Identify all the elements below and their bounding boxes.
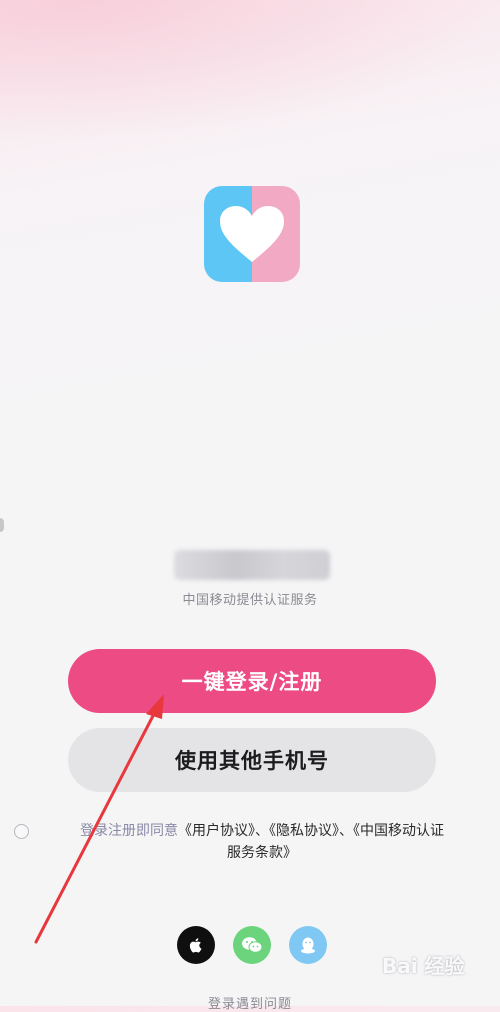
edge-handle xyxy=(0,518,4,532)
agreement-prefix: 登录注册即同意 xyxy=(80,823,178,839)
app-logo xyxy=(204,186,300,282)
qq-login-button[interactable] xyxy=(289,926,327,964)
user-agreement-link[interactable]: 《用户协议》 xyxy=(178,823,255,839)
carrier-auth-note: 中国移动提供认证服务 xyxy=(182,593,318,608)
agreement-text: 登录注册即同意《用户协议》、《隐私协议》、《中国移动认证 服务条款》 xyxy=(42,820,482,864)
other-phone-login-button[interactable]: 使用其他手机号 xyxy=(68,728,436,792)
apple-login-button[interactable] xyxy=(177,926,215,964)
background-glow xyxy=(0,0,500,140)
agreement-separator: 、 xyxy=(255,823,269,839)
carrier-terms-link[interactable]: 《中国移动认证 xyxy=(353,823,444,839)
carrier-terms-link-cont[interactable]: 服务条款》 xyxy=(227,845,297,861)
wechat-icon xyxy=(242,937,263,953)
login-help-link[interactable]: 登录遇到问题 xyxy=(0,993,500,1012)
privacy-agreement-link[interactable]: 《隐私协议》 xyxy=(269,823,339,839)
baidu-watermark: Bai 经验 xyxy=(382,954,465,978)
agreement-checkbox[interactable] xyxy=(14,824,29,839)
agreement-separator: 、 xyxy=(339,823,353,839)
agreement-row: 登录注册即同意《用户协议》、《隐私协议》、《中国移动认证 服务条款》 xyxy=(14,820,484,870)
masked-phone-number xyxy=(174,550,330,580)
heart-icon xyxy=(220,206,284,262)
apple-icon xyxy=(189,938,202,953)
wechat-login-button[interactable] xyxy=(233,926,271,964)
one-click-login-button[interactable]: 一键登录/注册 xyxy=(68,649,436,713)
qq-icon xyxy=(301,937,315,953)
